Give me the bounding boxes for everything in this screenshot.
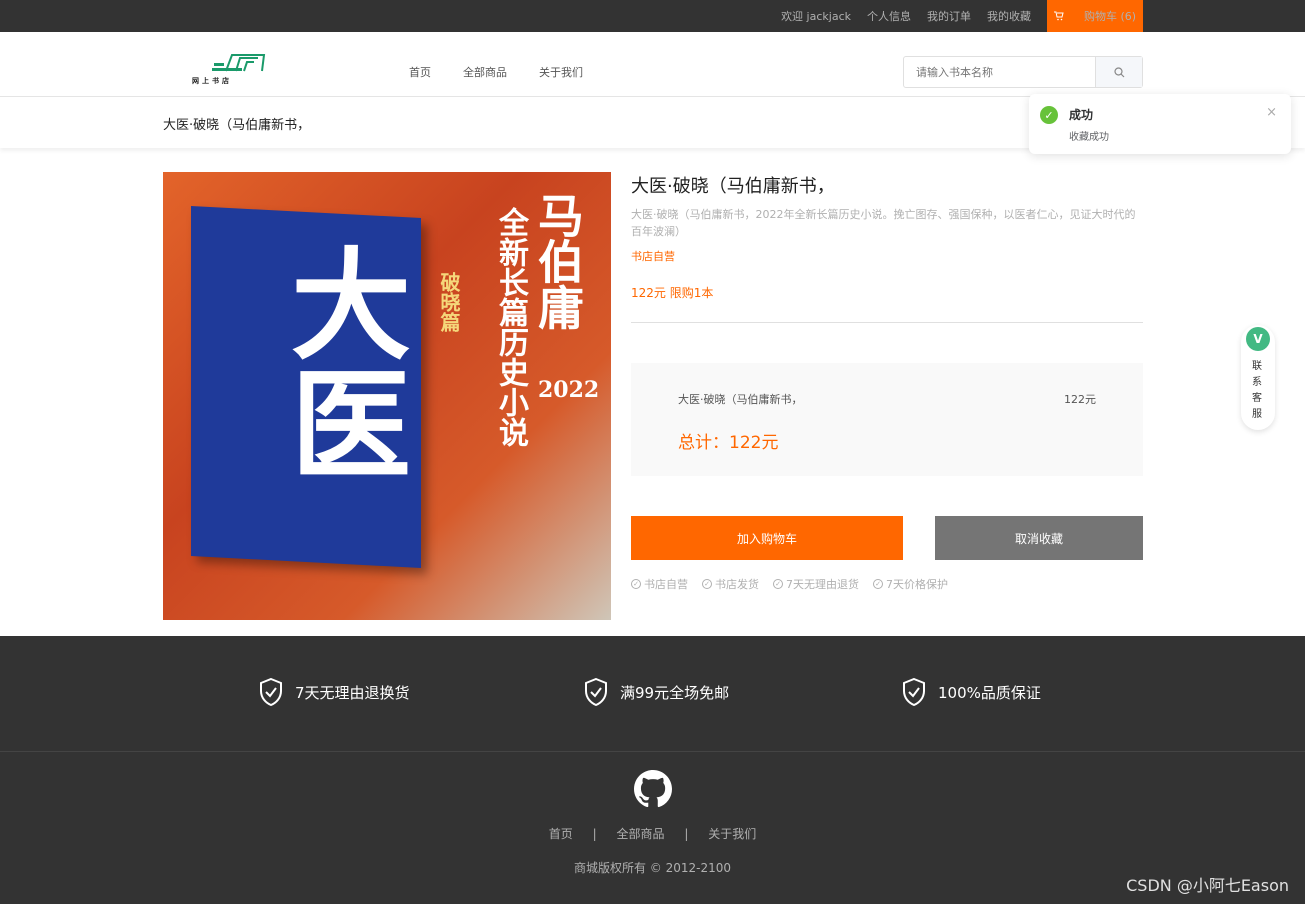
welcome-user-link[interactable]: 欢迎 jackjack bbox=[781, 8, 851, 24]
cart-icon bbox=[1053, 11, 1064, 21]
cart-button[interactable]: 购物车 (6) bbox=[1047, 0, 1143, 32]
footer-link-all-products[interactable]: 全部商品 bbox=[616, 825, 664, 842]
guarantee-text: 7天无理由退换货 bbox=[295, 683, 410, 702]
feature-item: ✓ 书店发货 bbox=[702, 576, 759, 592]
guarantee-item: 100%品质保证 bbox=[902, 678, 1041, 706]
feature-item: ✓ 书店自营 bbox=[631, 576, 688, 592]
footer-links: 首页 | 全部商品 | 关于我们 bbox=[0, 825, 1305, 842]
vue-logo-icon: V bbox=[1246, 327, 1270, 351]
feature-item: ✓ 7天价格保护 bbox=[873, 576, 948, 592]
check-circle-icon: ✓ bbox=[631, 579, 641, 589]
favorites-link[interactable]: 我的收藏 bbox=[987, 8, 1031, 24]
header: 网上书店 首页 全部商品 关于我们 bbox=[0, 32, 1305, 97]
footer-link-home[interactable]: 首页 bbox=[549, 825, 573, 842]
site-logo[interactable]: 网上书店 bbox=[190, 52, 270, 88]
shield-check-icon bbox=[585, 678, 607, 706]
success-toast: ✓ 成功 收藏成功 × bbox=[1029, 94, 1291, 154]
nav-about[interactable]: 关于我们 bbox=[539, 64, 583, 80]
guarantee-text: 100%品质保证 bbox=[938, 683, 1041, 702]
customer-service-widget[interactable]: V 联系客服 bbox=[1241, 325, 1275, 430]
summary-item-price: 122元 bbox=[1064, 393, 1096, 406]
guarantee-bar: 7天无理由退换货 满99元全场免邮 100%品质保证 bbox=[0, 636, 1305, 752]
footer-separator: | bbox=[592, 827, 597, 841]
nav-all-products[interactable]: 全部商品 bbox=[463, 64, 507, 80]
search-box bbox=[903, 56, 1143, 88]
divider bbox=[631, 322, 1143, 323]
cart-label: 购物车 (6) bbox=[1083, 10, 1137, 23]
guarantee-item: 7天无理由退换货 bbox=[259, 678, 410, 706]
cover-author: 马伯庸 bbox=[531, 192, 585, 330]
check-circle-icon: ✓ bbox=[773, 579, 783, 589]
top-bar: 欢迎 jackjack 个人信息 我的订单 我的收藏 购物车 (6) bbox=[0, 0, 1305, 32]
shop-label: 书店自营 bbox=[631, 250, 675, 263]
service-features: ✓ 书店自营 ✓ 书店发货 ✓ 7天无理由退货 ✓ 7天价格保护 bbox=[631, 576, 948, 592]
product-info: 大医·破晓（马伯庸新书， 大医·破晓（马伯庸新书，2022年全新长篇历史小说。挽… bbox=[631, 172, 1143, 301]
check-circle-icon: ✓ bbox=[873, 579, 883, 589]
copyright: 商城版权所有 © 2012-2100 bbox=[573, 861, 732, 875]
github-icon[interactable] bbox=[634, 770, 672, 808]
cover-genre: 全新长篇历史小说 bbox=[493, 207, 528, 447]
watermark: CSDN @小阿七Eason bbox=[1126, 876, 1289, 895]
toast-message: 收藏成功 bbox=[1069, 132, 1109, 143]
nav-home[interactable]: 首页 bbox=[409, 64, 431, 80]
search-button[interactable] bbox=[1095, 57, 1142, 87]
success-check-icon: ✓ bbox=[1040, 106, 1058, 124]
logo-icon bbox=[212, 54, 266, 72]
product-title: 大医·破晓（马伯庸新书， bbox=[631, 176, 835, 197]
cover-big-title: 大医 bbox=[270, 242, 411, 482]
guarantee-item: 满99元全场免邮 bbox=[584, 678, 729, 706]
product-description: 大医·破晓（马伯庸新书，2022年全新长篇历史小说。挽亡图存、强国保种，以医者仁… bbox=[631, 208, 1136, 238]
search-icon bbox=[1113, 66, 1124, 77]
top-links: 欢迎 jackjack 个人信息 我的订单 我的收藏 购物车 (6) bbox=[765, 0, 1143, 32]
orders-link[interactable]: 我的订单 bbox=[927, 8, 971, 24]
breadcrumb-title: 大医·破晓（马伯庸新书， bbox=[163, 118, 311, 133]
cover-subtitle: 破晓篇 bbox=[437, 272, 461, 332]
add-to-cart-button[interactable]: 加入购物车 bbox=[631, 516, 903, 560]
summary-total: 总计：122元 bbox=[678, 433, 779, 453]
check-circle-icon: ✓ bbox=[702, 579, 712, 589]
toast-title: 成功 bbox=[1069, 108, 1094, 122]
cover-year: 2022 bbox=[538, 377, 600, 403]
cancel-favorite-button[interactable]: 取消收藏 bbox=[935, 516, 1143, 560]
shield-check-icon bbox=[260, 678, 282, 706]
search-input[interactable] bbox=[904, 57, 1095, 87]
feature-item: ✓ 7天无理由退货 bbox=[773, 576, 859, 592]
toast-close-icon[interactable]: × bbox=[1266, 105, 1277, 120]
summary-item-name: 大医·破晓（马伯庸新书， bbox=[678, 393, 803, 406]
product-price: 122元 限购1本 bbox=[631, 286, 714, 300]
footer-link-about[interactable]: 关于我们 bbox=[708, 825, 756, 842]
shield-check-icon bbox=[903, 678, 925, 706]
profile-link[interactable]: 个人信息 bbox=[867, 8, 911, 24]
book-cover-image: 大医 破晓篇 马伯庸 全新长篇历史小说 2022 bbox=[163, 172, 611, 620]
guarantee-text: 满99元全场免邮 bbox=[620, 683, 730, 702]
footer: 首页 | 全部商品 | 关于我们 商城版权所有 © 2012-2100 CSDN… bbox=[0, 752, 1305, 904]
customer-service-label: 联系客服 bbox=[1252, 361, 1262, 420]
order-summary: 大医·破晓（马伯庸新书， 122元 总计：122元 bbox=[631, 363, 1143, 476]
footer-separator: | bbox=[684, 827, 689, 841]
logo-text: 网上书店 bbox=[192, 77, 232, 85]
